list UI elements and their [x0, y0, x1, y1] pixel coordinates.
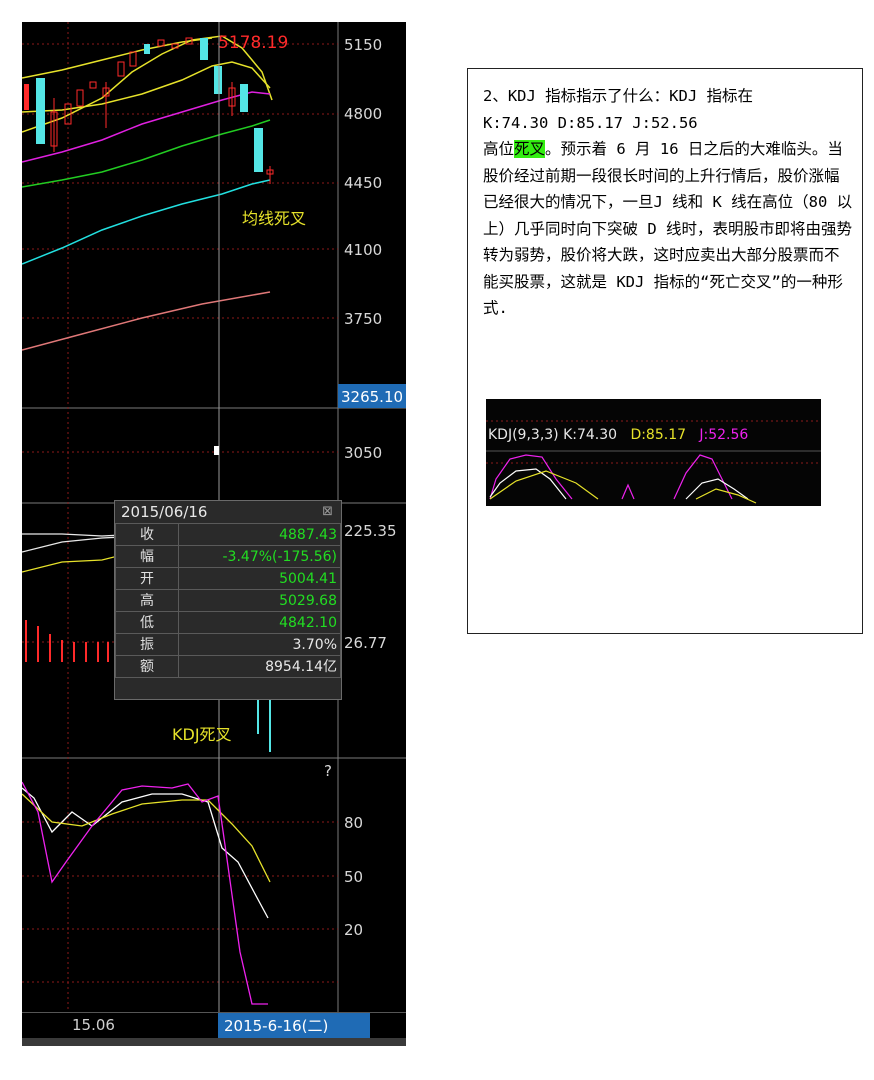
row-label: 高 [115, 589, 179, 612]
time-axis-bar: 15.06 2015-6-16(二) [22, 1012, 406, 1039]
ma-magenta-line [22, 91, 271, 163]
row-value: 5004.41 [178, 567, 341, 590]
row-label: 幅 [115, 545, 179, 568]
kdj-k-value: K:74.30 [563, 427, 618, 443]
kdj-j-line [621, 483, 635, 500]
ma-death-cross-label: 均线死叉 [242, 209, 306, 228]
kdj-death-cross-label: KDJ死叉 [172, 725, 232, 744]
row-value: 4887.43 [178, 523, 341, 546]
kdj-d-value: D:85.17 [630, 427, 687, 443]
volume-marker [214, 446, 219, 455]
kdj-k-line [489, 468, 567, 500]
body-text: 头。当股价经过前期一段很长时间的上升行情后，股价涨幅已经很大的情况下，一旦J 线… [483, 140, 853, 317]
kdj-values-line: K:74.30 D:85.17 J:52.56 [483, 113, 698, 132]
volume-axis-tick: 3050 [344, 444, 382, 462]
table-row: 幅 -3.47%(-175.56) [115, 545, 341, 568]
table-row: 高 5029.68 [115, 589, 341, 612]
kdj-name: KDJ(9,3,3) [488, 427, 559, 443]
candlesticks [24, 37, 274, 184]
kdj-j-value: J:52.56 [699, 427, 749, 443]
ma-pink-line [22, 291, 271, 351]
selected-date-tag: 2015-6-16(二) [218, 1013, 370, 1039]
kdj-k-line [22, 787, 269, 919]
kdj-d-line [22, 793, 271, 883]
row-label: 额 [115, 655, 179, 678]
scrollbar[interactable] [22, 1038, 406, 1046]
current-price-tag: 3265.10 [341, 388, 403, 406]
kdj-j-line [673, 454, 733, 500]
ohlc-info-popup[interactable]: 2015/06/16 ⊠ 收 4887.43 幅 -3.47%(-175.56) 开… [114, 500, 342, 700]
row-value: 4842.10 [178, 611, 341, 634]
table-row: 额 8954.14亿 [115, 655, 341, 678]
macd-histogram-neg [257, 700, 271, 752]
stock-chart-panel[interactable]: 5178.19 均线死叉 KDJ死叉 ? 5150 4800 4450 4100… [22, 22, 406, 1046]
kdj-screenshot-canvas [486, 420, 821, 504]
ohlc-table: 收 4887.43 幅 -3.47%(-175.56) 开 5004.41 高 5029… [115, 523, 341, 678]
table-row: 振 3.70% [115, 633, 341, 656]
kdj-axis-tick: 80 [344, 814, 363, 832]
macd-axis-tick: 26.77 [344, 634, 387, 652]
body-paragraph: 高位死叉。预示着 6 月 16 日之后的大难临头。当股价经过前期一段很长时间的上… [483, 136, 853, 322]
ma-green-line [22, 119, 271, 188]
line3-pre: 高位 [483, 140, 515, 158]
macd-axis-tick: 225.35 [344, 522, 397, 540]
row-label: 收 [115, 523, 179, 546]
row-value: 5029.68 [178, 589, 341, 612]
kdj-axis-tick: 50 [344, 868, 363, 886]
kdj-legend: KDJ(9,3,3) K:74.30 D:85.17 J:52.56 [488, 427, 748, 443]
row-value: -3.47%(-175.56) [178, 545, 341, 568]
row-label: 开 [115, 567, 179, 590]
price-axis-tick: 4800 [344, 105, 382, 123]
death-cross-highlight: 死叉 [514, 140, 546, 158]
explanation-box: 2、KDJ 指标指示了什么：KDJ 指标在 K:74.30 D:85.17 J:… [467, 68, 863, 634]
help-icon[interactable]: ? [324, 762, 332, 780]
close-icon[interactable]: ⊠ [322, 501, 333, 523]
info-date: 2015/06/16 ⊠ [115, 501, 341, 523]
price-axis-tick: 3750 [344, 310, 382, 328]
line3-post: 。预示着 6 月 16 日之后的大难临 [545, 140, 797, 158]
row-value: 8954.14亿 [178, 655, 341, 678]
row-value: 3.70% [178, 633, 341, 656]
row-label: 振 [115, 633, 179, 656]
kdj-d-line [695, 488, 757, 504]
info-date-text: 2015/06/16 [121, 503, 208, 521]
table-row: 开 5004.41 [115, 567, 341, 590]
time-axis-tick: 15.06 [72, 1016, 115, 1034]
price-axis-tick: 5150 [344, 36, 382, 54]
kdj-screenshot: KDJ(9,3,3) K:74.30 D:85.17 J:52.56 [486, 399, 821, 506]
kdj-axis-tick: 20 [344, 921, 363, 939]
ma-yellow-mid-line [22, 61, 271, 113]
price-axis-tick: 4450 [344, 174, 382, 192]
explanation-text: 2、KDJ 指标指示了什么：KDJ 指标在 K:74.30 D:85.17 J:… [483, 83, 853, 322]
macd-histogram [25, 620, 109, 662]
price-axis-tick: 4100 [344, 241, 382, 259]
ma-cyan-line [22, 179, 271, 265]
high-price-label: 5178.19 [218, 33, 288, 53]
kdj-j-line [22, 781, 268, 1005]
table-row: 低 4842.10 [115, 611, 341, 634]
row-label: 低 [115, 611, 179, 634]
heading-line: 2、KDJ 指标指示了什么：KDJ 指标在 [483, 87, 753, 105]
table-row: 收 4887.43 [115, 523, 341, 546]
